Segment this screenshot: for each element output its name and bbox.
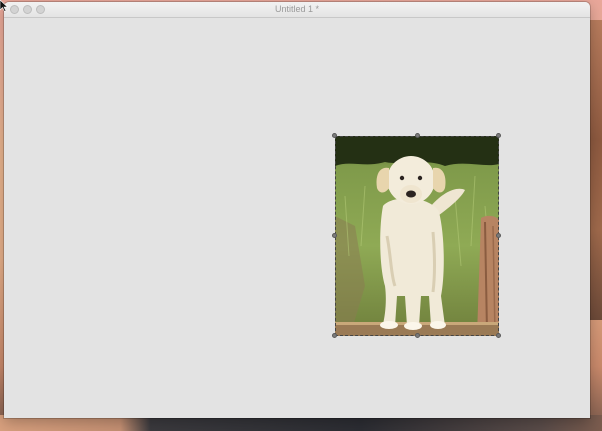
resize-handle-bottom-left[interactable] [332, 333, 337, 338]
window-title: Untitled 1 * [274, 4, 320, 14]
document-canvas[interactable] [4, 18, 590, 418]
dog-photo [335, 136, 499, 336]
resize-handle-top-right[interactable] [496, 133, 501, 138]
resize-handle-bottom-center[interactable] [415, 333, 420, 338]
resize-handle-bottom-right[interactable] [496, 333, 501, 338]
resize-handle-middle-right[interactable] [496, 233, 501, 238]
resize-handle-middle-left[interactable] [332, 233, 337, 238]
window-titlebar[interactable]: Untitled 1 * [4, 2, 590, 18]
arrow-pointer-icon [0, 0, 8, 12]
placed-image[interactable] [332, 133, 501, 338]
app-window: Untitled 1 * [4, 2, 590, 418]
resize-handle-top-left[interactable] [332, 133, 337, 138]
resize-handle-top-center[interactable] [415, 133, 420, 138]
